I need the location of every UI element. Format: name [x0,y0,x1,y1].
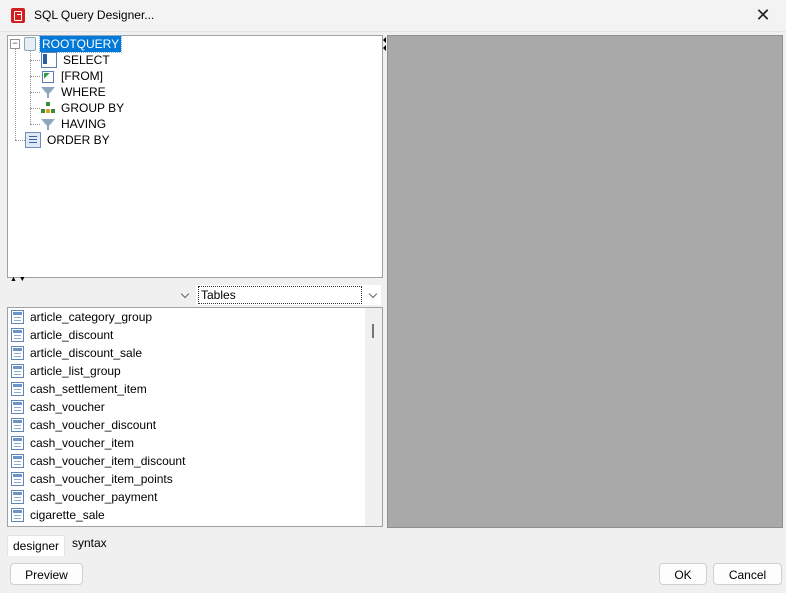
title-bar: SQL Query Designer... ✕ [0,0,786,32]
filter-icon [41,117,55,131]
app-report-icon [11,8,25,23]
chevron-down-icon [180,289,190,299]
tree-item-select[interactable]: SELECT [41,52,112,68]
table-name: cash_voucher_item [30,436,135,450]
query-tree[interactable]: − ROOTQUERY SELECT [FROM] WHERE GROUP BY… [7,35,383,278]
table-list-item[interactable]: article_category_group [11,308,152,326]
table-list-item[interactable]: article_discount [11,326,113,344]
table-list-item[interactable]: cash_voucher_discount [11,416,156,434]
table-name: article_list_group [30,364,121,378]
cancel-button[interactable]: Cancel [713,563,782,585]
table-name: cash_voucher_item_points [30,472,173,486]
table-icon [11,346,24,360]
table-icon [11,364,24,378]
table-icon [11,310,24,324]
tab-designer[interactable]: designer [7,535,66,556]
close-button[interactable]: ✕ [740,0,786,31]
table-list-item[interactable]: article_list_group [11,362,121,380]
filter-icon [41,85,55,99]
table-join-icon [41,69,55,83]
tree-item-from[interactable]: [FROM] [41,68,105,84]
select-columns-icon [41,52,57,68]
table-icon [11,508,24,522]
table-icon [11,472,24,486]
table-icon [11,382,24,396]
object-type-dropdown[interactable]: Tables [196,285,381,305]
table-list-item[interactable]: cash_voucher_payment [11,488,157,506]
table-list-item[interactable]: cash_voucher [11,398,105,416]
design-canvas[interactable] [387,35,783,528]
table-name: article_discount_sale [30,346,143,360]
splitter-left-arrow-icon [383,37,386,43]
table-icon [11,454,24,468]
table-name: cash_voucher_discount [30,418,157,432]
query-icon [22,37,36,51]
tree-line [30,60,40,61]
tree-item-group-by[interactable]: GROUP BY [41,100,126,116]
table-list-item[interactable]: cash_voucher_item_discount [11,452,185,470]
tree-line [30,76,40,77]
table-icon [11,328,24,342]
tree-item-where[interactable]: WHERE [41,84,108,100]
sort-list-icon [25,132,41,148]
tree-item-having[interactable]: HAVING [41,116,108,132]
tree-item-label: GROUP BY [61,101,125,115]
table-icon [11,436,24,450]
table-name: cigarette_sale [30,508,105,522]
tree-line [30,108,40,109]
schema-dropdown[interactable] [7,285,193,305]
hierarchy-icon [41,101,55,115]
tree-item-order-by[interactable]: ORDER BY [25,132,112,148]
chevron-down-icon [368,289,378,299]
table-name: cash_voucher [30,400,105,414]
splitter-arrows-icon: ▲▼ [10,276,28,283]
tree-item-rootquery[interactable]: ROOTQUERY [22,35,123,53]
table-list-item[interactable]: cash_settlement_item [11,380,147,398]
table-list[interactable]: article_category_group article_discount … [7,307,383,527]
collapse-toggle[interactable]: − [10,39,20,49]
table-icon [11,400,24,414]
tree-line [30,92,40,93]
window-title: SQL Query Designer... [34,8,155,22]
object-type-value: Tables [198,286,362,304]
tree-item-label: WHERE [61,85,106,99]
table-list-item[interactable]: article_discount_sale [11,344,142,362]
close-icon: ✕ [755,5,771,25]
table-icon [11,418,24,432]
preview-button[interactable]: Preview [10,563,83,585]
horizontal-splitter[interactable]: ▲▼ [7,276,383,283]
tree-line [15,48,16,140]
tab-syntax[interactable]: syntax [67,533,112,553]
tree-item-label: ORDER BY [47,133,110,147]
tree-item-label: [FROM] [61,69,103,83]
tree-item-label: SELECT [63,53,110,67]
ok-button[interactable]: OK [659,563,707,585]
table-list-item[interactable]: cash_voucher_item [11,434,134,452]
table-name: cash_voucher_payment [30,490,158,504]
splitter-left-arrow-icon [383,45,386,51]
table-list-scrollbar[interactable] [365,308,382,526]
table-name: cash_settlement_item [30,382,147,396]
table-list-item[interactable]: cigarette_sale [11,506,105,524]
tree-line [30,124,40,125]
table-name: article_discount [30,328,114,342]
tree-item-label: ROOTQUERY [38,35,123,53]
table-name: article_category_group [30,310,153,324]
scrollbar-thumb[interactable] [372,324,374,338]
table-icon [11,490,24,504]
table-name: cash_voucher_item_discount [30,454,186,468]
table-list-item[interactable]: cash_voucher_item_points [11,470,173,488]
tree-item-label: HAVING [61,117,107,131]
